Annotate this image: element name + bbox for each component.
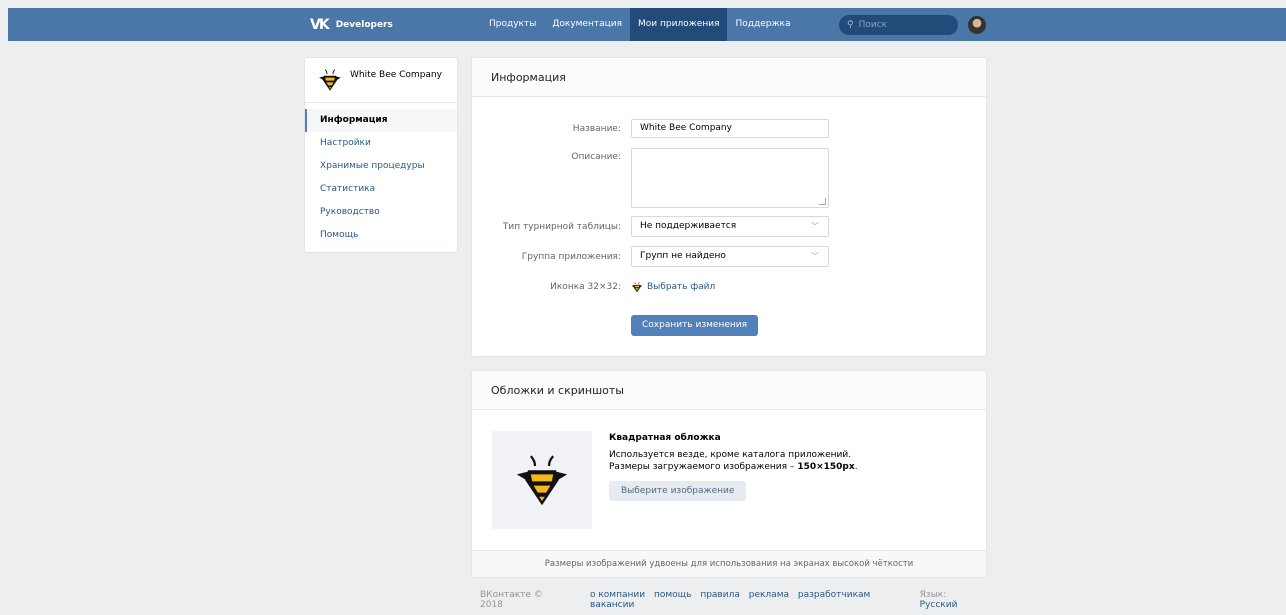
group-label: Группа приложения: [521,251,621,262]
covers-footer-note: Размеры изображений удвоены для использо… [472,550,986,577]
name-row: Название: White Bee Company [472,119,986,138]
square-cover-title: Квадратная обложка [609,433,721,443]
language-label: Язык: [919,590,947,600]
group-row: Группа приложения: Групп не найдено ﹀ [472,246,986,267]
chevron-down-icon: ﹀ [811,222,819,231]
icon-row: Иконка 32×32: Выбрать файл [472,280,986,294]
square-cover-size: 150×150px [797,462,855,472]
covers-card-title: Обложки и скриншоты [472,371,986,410]
app-header: White Bee Company [305,58,457,103]
copyright: ВКонтакте © 2018 [480,590,543,610]
search-input[interactable]: ⚲ Поиск [839,15,958,35]
footer-link-rules[interactable]: правила [700,590,740,600]
leaderboard-select[interactable]: Не поддерживается ﹀ [631,216,829,237]
save-button[interactable]: Сохранить изменения [631,315,759,336]
square-cover-info: Квадратная обложка Используется везде, к… [609,433,858,501]
square-cover-desc: Используется везде, кроме каталога прило… [609,449,858,473]
search-placeholder: Поиск [858,20,888,30]
info-card: Информация Название: White Bee Company О… [471,57,987,357]
footer-link-ads[interactable]: реклама [749,590,789,600]
sidebar-item-stored-procedures[interactable]: Хранимые процедуры [305,155,457,178]
square-cover-size-end: . [854,462,858,472]
save-row: Сохранить изменения [472,315,986,336]
choose-file-text: Выбрать файл [647,282,716,292]
group-select[interactable]: Групп не найдено ﹀ [631,246,829,267]
leaderboard-row: Тип турнирной таблицы: Не поддерживается… [472,216,986,237]
language-value[interactable]: Русский [920,600,958,610]
footer-link-help[interactable]: помощь [654,590,691,600]
chevron-down-icon: ﹀ [811,252,819,261]
sidebar-item-info[interactable]: Информация [305,109,457,132]
footer-links: о компании помощь правила реклама разраб… [590,590,920,610]
bee-icon [631,281,643,293]
footer-link-about[interactable]: о компании [590,590,645,600]
sidebar-menu: Информация Настройки Хранимые процедуры … [305,103,457,247]
choose-file-link[interactable]: Выбрать файл [631,281,715,293]
square-cover-size-text: Размеры загружаемого изображения – [609,462,795,472]
bee-cover-icon [514,452,570,508]
bee-logo-icon [318,68,342,92]
leaderboard-label: Тип турнирной таблицы: [502,221,621,232]
vk-logo-icon: VK [310,17,330,33]
app-name: White Bee Company [350,70,442,80]
page-footer: ВКонтакте © 2018 о компании помощь прави… [480,590,985,610]
sidebar-item-guide[interactable]: Руководство [305,201,457,224]
leaderboard-value: Не поддерживается [640,221,737,231]
language-selector: Язык: Русский [920,590,985,610]
vk-logo[interactable]: VK Developers [310,17,393,33]
sidebar-item-settings[interactable]: Настройки [305,132,457,155]
choose-image-button[interactable]: Выберите изображение [609,481,747,501]
description-textarea[interactable] [631,148,829,208]
main-nav: Продукты Документация Мои приложения Под… [481,8,799,41]
avatar[interactable] [968,16,986,34]
icon-label: Иконка 32×32: [550,282,621,292]
description-label: Описание: [571,152,621,162]
info-card-title: Информация [472,58,986,97]
nav-support[interactable]: Поддержка [727,8,798,41]
square-cover-desc-line2: Размеры загружаемого изображения – 150×1… [609,461,858,473]
top-bar: VK Developers Продукты Документация Мои … [8,8,1286,41]
description-row: Описание: [472,148,986,208]
footer-link-developers[interactable]: разработчикам [798,590,870,600]
covers-card: Обложки и скриншоты Квадратная обложка И… [471,370,987,578]
sidebar-item-stats[interactable]: Статистика [305,178,457,201]
square-cover-desc-line1: Используется везде, кроме каталога прило… [609,450,852,460]
app-sidebar: White Bee Company Информация Настройки Х… [304,57,458,253]
search-icon: ⚲ [847,20,854,30]
footer-link-jobs[interactable]: вакансии [590,600,634,610]
name-label: Название: [572,123,621,134]
nav-documentation[interactable]: Документация [544,8,630,41]
name-field[interactable]: White Bee Company [631,119,829,138]
sidebar-item-help[interactable]: Помощь [305,224,457,247]
square-cover-preview [492,431,592,529]
nav-products[interactable]: Продукты [481,8,544,41]
nav-my-apps[interactable]: Мои приложения [630,8,728,41]
logo-text: Developers [335,20,393,30]
group-value: Групп не найдено [640,251,726,261]
